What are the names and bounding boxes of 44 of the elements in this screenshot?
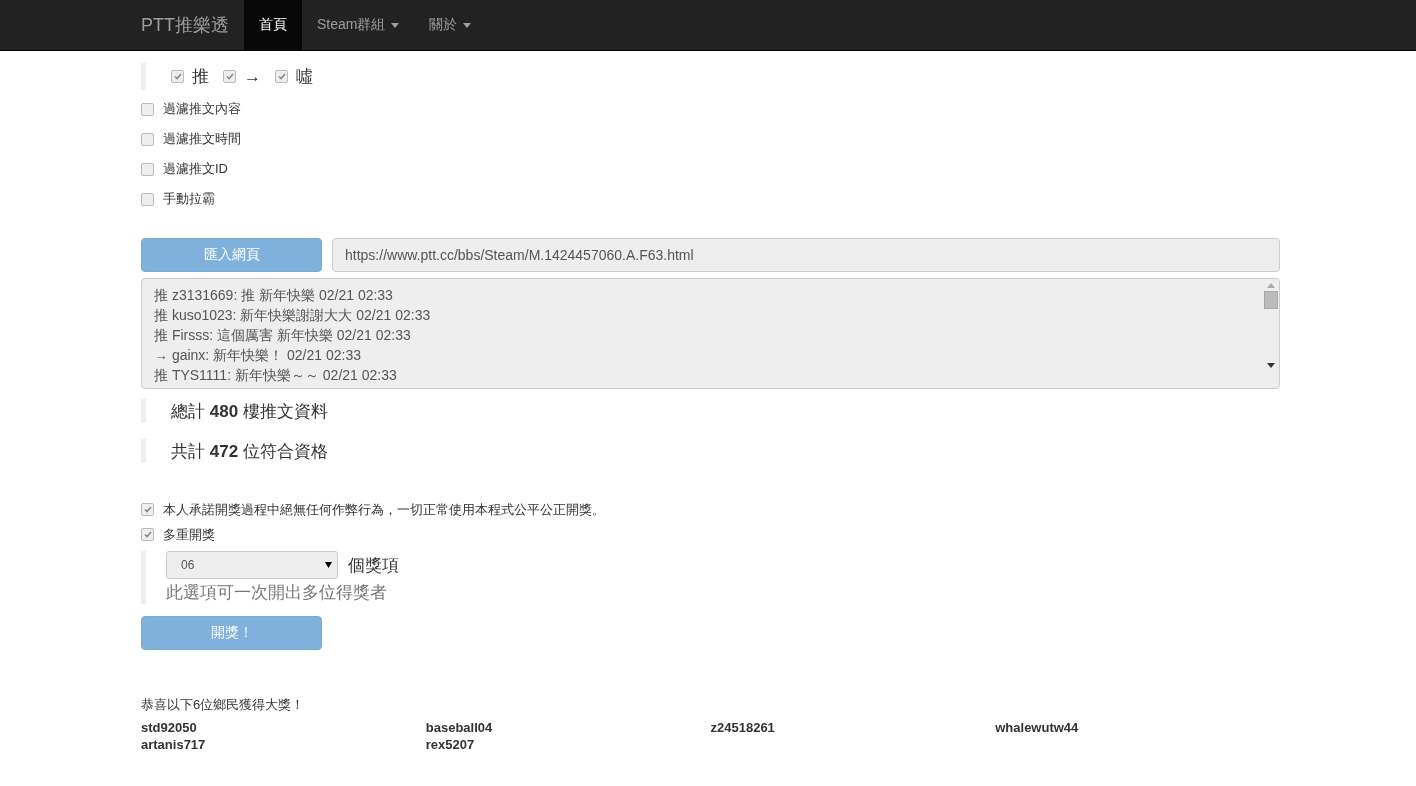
nav-item[interactable]: Steam群組 bbox=[302, 0, 415, 50]
checkbox-label: 過濾推文ID bbox=[163, 160, 228, 178]
checkbox-label: 多重開獎 bbox=[163, 525, 215, 544]
checkbox[interactable] bbox=[141, 192, 154, 206]
stat-text: 總計 480 樓推文資料 bbox=[171, 400, 328, 423]
result-message: 恭喜以下6位鄉民獲得大獎！ bbox=[141, 696, 306, 714]
scroll-down-icon[interactable] bbox=[1266, 363, 1275, 368]
nav-item[interactable]: 關於 bbox=[414, 0, 487, 50]
checkbox-label: 推 bbox=[192, 66, 209, 88]
checkbox[interactable] bbox=[275, 70, 288, 83]
stat-text: 共計 472 位符合資格 bbox=[171, 440, 328, 463]
checkbox-label: → bbox=[244, 66, 261, 87]
comment-line: 推 kuso1023: 新年快樂謝謝大大 02/21 02:33 bbox=[154, 306, 432, 325]
checkbox-label: 噓 bbox=[296, 66, 313, 88]
winner-name: artanis717 bbox=[141, 737, 206, 752]
winner-name: baseball04 bbox=[425, 720, 493, 735]
comment-line: 推 TYS1111: 新年快樂～～ 02/21 02:33 bbox=[154, 366, 398, 385]
checkbox-label: 過濾推文內容 bbox=[163, 100, 241, 118]
nav-item[interactable]: 首頁 bbox=[244, 0, 302, 50]
checkbox[interactable] bbox=[141, 528, 154, 541]
checkbox-label: 本人承諾開獎過程中絕無任何作弊行為，一切正常使用本程式公平公正開獎。 bbox=[163, 500, 605, 519]
winner-name: z24518261 bbox=[710, 720, 775, 735]
comment-line: 推 Firsss: 這個厲害 新年快樂 02/21 02:33 bbox=[154, 326, 412, 345]
brand-title[interactable]: PTT推樂透 bbox=[141, 0, 244, 50]
help-text: 此選項可一次開出多位得獎者 bbox=[166, 582, 387, 604]
url-field[interactable]: https://www.ptt.cc/bbs/Steam/M.1424457060.A.F63.html bbox=[332, 238, 1280, 272]
scroll-up-icon[interactable] bbox=[1266, 283, 1275, 288]
unit-label: 個獎項 bbox=[348, 554, 399, 577]
winner-name: whalewutw44 bbox=[995, 720, 1079, 735]
checkbox[interactable] bbox=[223, 70, 236, 83]
winner-name: rex5207 bbox=[425, 737, 475, 752]
checkbox-label: 過濾推文時間 bbox=[163, 130, 241, 148]
comment-line: 推 z3131669: 推 新年快樂 02/21 02:33 bbox=[154, 286, 394, 305]
comment-line: → gainx: 新年快樂！ 02/21 02:33 bbox=[154, 346, 362, 365]
caret-icon bbox=[325, 562, 332, 568]
scroll-thumb[interactable] bbox=[1263, 291, 1278, 309]
checkbox[interactable] bbox=[141, 162, 154, 176]
checkbox[interactable] bbox=[141, 102, 154, 116]
checkbox[interactable] bbox=[141, 503, 154, 516]
checkbox[interactable] bbox=[171, 70, 184, 83]
winner-name: std92050 bbox=[141, 720, 197, 735]
checkbox-label: 手動拉霸 bbox=[163, 190, 215, 208]
checkbox[interactable] bbox=[141, 132, 154, 146]
prize-count-select[interactable]: 06 bbox=[166, 551, 338, 579]
